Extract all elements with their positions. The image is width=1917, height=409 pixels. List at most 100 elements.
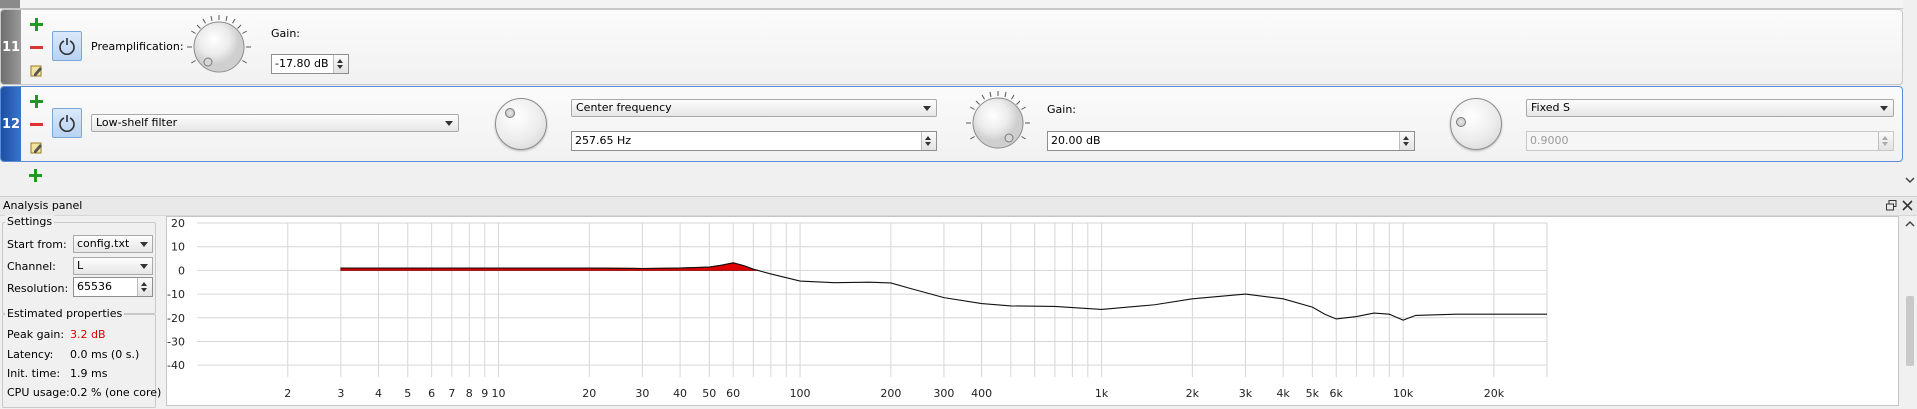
channel-label: Channel: [7, 260, 56, 273]
channel-select[interactable]: L [73, 257, 153, 275]
y-tick-label: -10 [167, 288, 185, 301]
frequency-response-svg: 20100-10-20-30-402 3 4 5 6 7 8 9 10 20 30 40 50 60 100… [167, 217, 1548, 400]
x-tick-label: 20k [1484, 387, 1505, 400]
x-tick-label: 3k [1239, 387, 1253, 400]
analysis-scrollbar[interactable] [1903, 216, 1917, 406]
x-tick-label: 4k [1276, 387, 1290, 400]
chevron-down-icon [1880, 106, 1888, 111]
spin-buttons[interactable] [333, 55, 348, 73]
edit-icon[interactable] [29, 63, 43, 77]
x-tick-label: 3 [337, 387, 344, 400]
add-filter-icon[interactable] [29, 94, 43, 108]
chevron-down-icon [445, 121, 453, 126]
q-knob[interactable] [1450, 98, 1502, 150]
x-tick-label: 1k [1095, 387, 1109, 400]
frequency-response-chart[interactable]: 20 10 0 -10 -20 -30 -40 2 3 4 5 6 7 8 9 10 20 30 40 50 60 100… [166, 216, 1899, 406]
add-filter-icon[interactable] [28, 168, 42, 182]
frequency-spinbox[interactable]: 257.65 Hz [571, 131, 937, 151]
edit-icon[interactable] [29, 140, 43, 154]
peak-gain-value: 3.2 dB [70, 328, 106, 341]
add-filter-icon[interactable] [29, 17, 43, 31]
gain-value: 20.00 dB [1051, 134, 1101, 147]
x-tick-label: 2 [284, 387, 291, 400]
power-icon [59, 38, 75, 55]
spin-buttons [1878, 132, 1893, 150]
frequency-mode-select[interactable]: Center frequency [571, 99, 937, 117]
gain-knob[interactable] [965, 90, 1031, 156]
init-time-value: 1.9 ms [70, 367, 108, 380]
filter-row-11[interactable]: 11 Preamplification: Gain: -17.80 dB [0, 9, 1903, 85]
start-from-value: config.txt [77, 237, 130, 250]
preamp-gain-value: -17.80 dB [275, 57, 329, 70]
q-mode-value: Fixed S [1531, 101, 1570, 114]
start-from-select[interactable]: config.txt [73, 235, 153, 253]
y-tick-label: -30 [167, 335, 185, 348]
frequency-mode-value: Center frequency [576, 101, 672, 114]
y-tick-label: 20 [171, 217, 185, 230]
preamp-gain-spinbox[interactable]: -17.80 dB [271, 54, 349, 74]
resolution-value: 65536 [77, 280, 112, 293]
x-tick-label: 40 [673, 387, 687, 400]
remove-filter-icon[interactable] [29, 117, 43, 131]
channel-value: L [77, 259, 84, 272]
filter-number: 11 [1, 10, 21, 84]
power-toggle-button[interactable] [52, 31, 82, 61]
y-tick-label: -20 [167, 312, 185, 325]
close-icon[interactable] [1900, 198, 1914, 212]
spin-buttons[interactable] [921, 132, 936, 150]
x-tick-label: 5k [1306, 387, 1320, 400]
x-tick-label: 200 [880, 387, 901, 400]
frequency-value: 257.65 Hz [575, 134, 632, 147]
resolution-label: Resolution: [7, 282, 69, 295]
power-icon [59, 115, 75, 132]
preamp-label: Preamplification: [91, 40, 184, 53]
start-from-label: Start from: [7, 238, 67, 251]
cpu-usage-value: 0.2 % (one core) [70, 386, 162, 399]
row-handle [0, 0, 20, 8]
x-tick-label: 2k [1186, 387, 1200, 400]
gain-spinbox[interactable]: 20.00 dB [1047, 131, 1415, 151]
x-tick-label: 8 [466, 387, 473, 400]
frequency-knob[interactable] [495, 98, 547, 150]
spin-buttons[interactable] [1399, 132, 1414, 150]
x-tick-label: 100 [790, 387, 811, 400]
x-tick-label: 4 [375, 387, 382, 400]
chevron-down-icon [923, 106, 931, 111]
positive-gain-area [340, 262, 758, 271]
analysis-panel-title: Analysis panel [3, 199, 83, 212]
x-tick-label: 60 [726, 387, 740, 400]
chevron-down-icon [140, 264, 148, 269]
q-spinbox: 0.9000 [1526, 131, 1894, 151]
x-tick-label: 400 [971, 387, 992, 400]
filter-number: 12 [1, 87, 21, 161]
x-tick-label: 10k [1393, 387, 1414, 400]
spin-buttons[interactable] [137, 278, 152, 296]
x-tick-label: 20 [582, 387, 596, 400]
filter-list-scrollbar[interactable] [1903, 0, 1917, 188]
q-mode-select[interactable]: Fixed S [1526, 99, 1894, 117]
peak-gain-label: Peak gain: [7, 328, 65, 341]
filter-type-select[interactable]: Low-shelf filter [91, 114, 459, 132]
filter-type-value: Low-shelf filter [96, 116, 178, 129]
x-tick-label: 7 [448, 387, 455, 400]
x-tick-label: 10 [492, 387, 506, 400]
x-tick-label: 9 [481, 387, 488, 400]
latency-label: Latency: [7, 348, 54, 361]
preamp-gain-knob[interactable] [186, 14, 252, 80]
settings-title: Settings [5, 215, 55, 228]
chevron-down-icon [140, 242, 148, 247]
power-toggle-button[interactable] [52, 108, 82, 138]
preamp-gain-label: Gain: [271, 27, 300, 40]
x-tick-label: 30 [635, 387, 649, 400]
x-tick-label: 6 [428, 387, 435, 400]
gain-label: Gain: [1047, 103, 1076, 116]
y-tick-label: -40 [167, 359, 185, 372]
float-panel-icon[interactable] [1884, 198, 1898, 212]
resolution-spinbox[interactable]: 65536 [73, 277, 153, 297]
remove-filter-icon[interactable] [29, 40, 43, 54]
y-tick-label: 10 [171, 241, 185, 254]
x-tick-label: 6k [1330, 387, 1344, 400]
filter-row-12[interactable]: 12 Low-shelf filter Center frequency 257… [0, 86, 1903, 162]
init-time-label: Init. time: [7, 367, 61, 380]
latency-value: 0.0 ms (0 s.) [70, 348, 140, 361]
